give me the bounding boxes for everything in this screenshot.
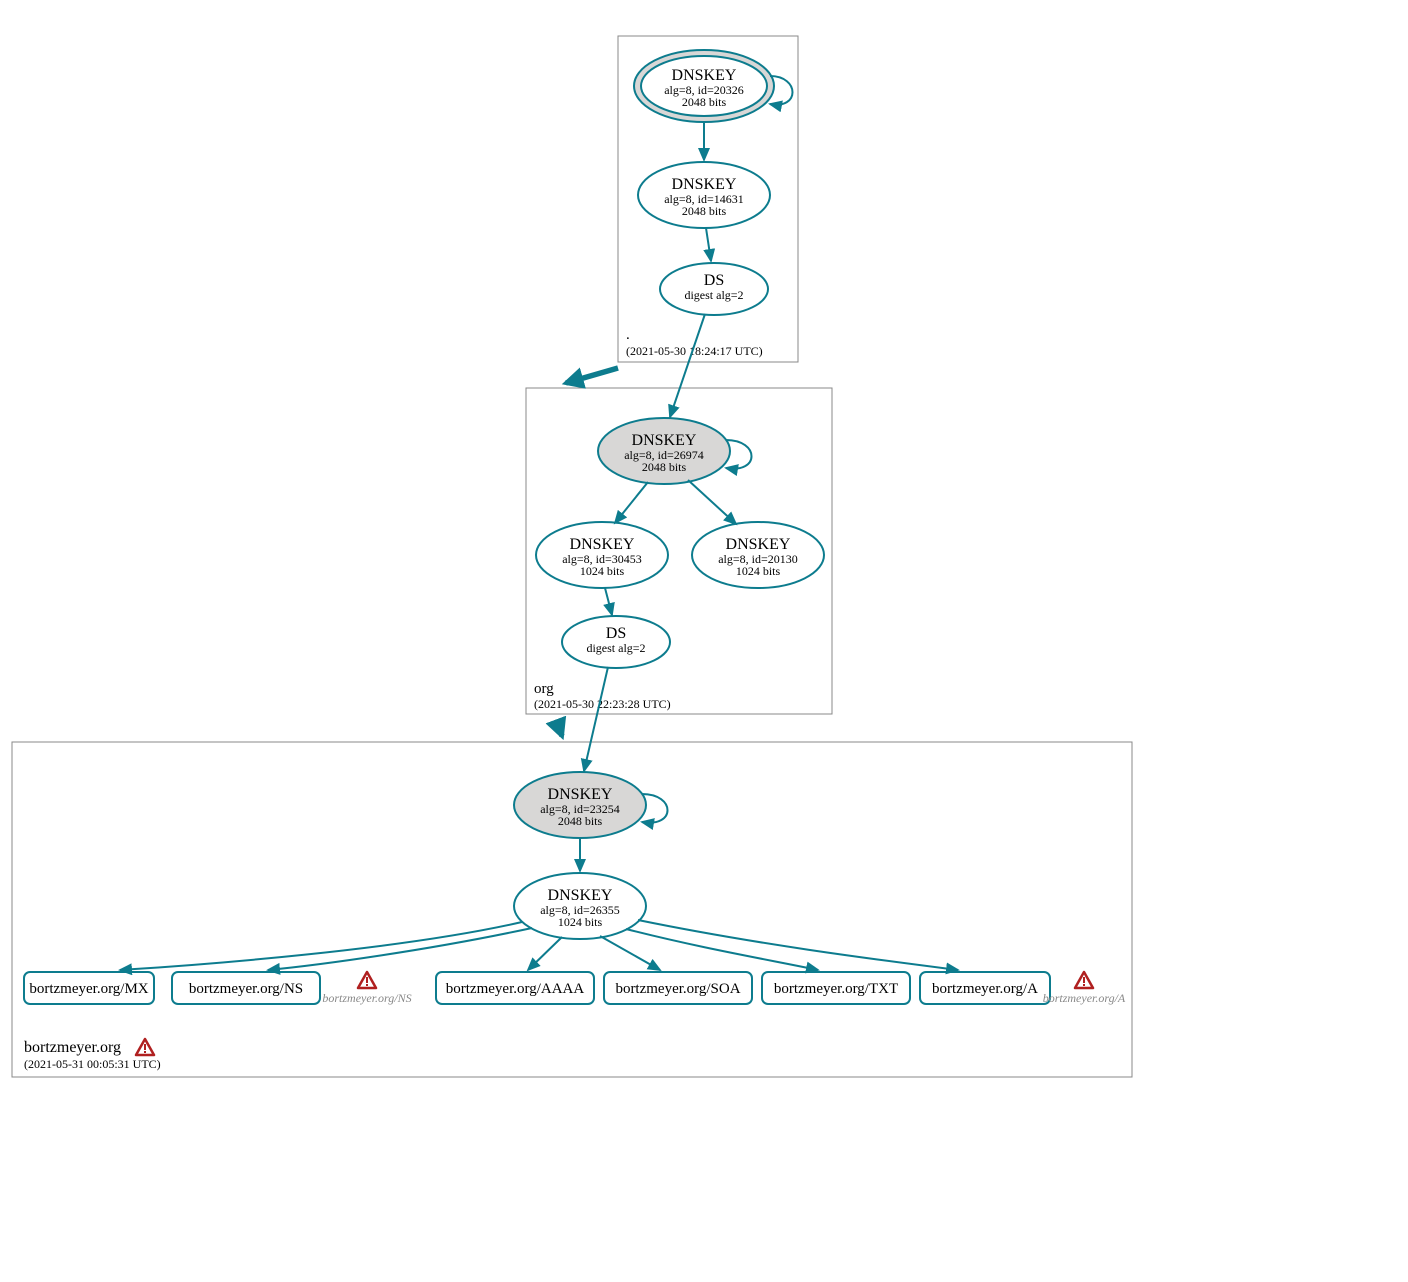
svg-text:DNSKEY: DNSKEY [672,176,737,193]
zone-ts-bortz: (2021-05-31 00:05:31 UTC) [24,1057,161,1071]
node-root-ds: DS digest alg=2 [660,263,768,315]
edge-zsk-aaaa [528,937,562,970]
edge-orgds-bortzksk [584,667,608,771]
warning-icon [358,972,376,988]
svg-text:DNSKEY: DNSKEY [548,786,613,803]
svg-text:DNSKEY: DNSKEY [632,432,697,449]
svg-text:bortzmeyer.org/A: bortzmeyer.org/A [932,981,1038,997]
node-root-zsk: DNSKEY alg=8, id=14631 2048 bits [638,162,770,228]
svg-text:digest alg=2: digest alg=2 [684,288,743,302]
svg-text:bortzmeyer.org/MX: bortzmeyer.org/MX [29,981,148,997]
svg-text:2048 bits: 2048 bits [558,814,603,828]
node-bortz-ksk: DNSKEY alg=8, id=23254 2048 bits [514,772,646,838]
edge-deleg-root-org [566,368,618,383]
svg-text:DNSKEY: DNSKEY [672,67,737,84]
edge-deleg-org-bortz [556,720,562,736]
svg-text:digest alg=2: digest alg=2 [586,641,645,655]
svg-text:bortzmeyer.org/AAAA: bortzmeyer.org/AAAA [446,981,585,997]
svg-text:DS: DS [704,272,724,289]
node-root-ksk: DNSKEY alg=8, id=20326 2048 bits [634,50,774,122]
edge-org-ksk-zsk1 [615,482,648,523]
edge-org-zsk1-ds [605,588,612,615]
svg-text:1024 bits: 1024 bits [558,915,603,929]
svg-text:DNSKEY: DNSKEY [570,536,635,553]
node-org-zsk2: DNSKEY alg=8, id=20130 1024 bits [692,522,824,588]
node-org-ds: DS digest alg=2 [562,616,670,668]
warn-ns-label: bortzmeyer.org/NS [322,991,411,1005]
warning-icon [1075,972,1093,988]
warn-a-label: bortzmeyer.org/A [1043,991,1126,1005]
zone-label-root: . [626,327,630,343]
edge-zsk-mx [120,922,522,970]
warning-icon [136,1039,154,1055]
node-org-zsk1: DNSKEY alg=8, id=30453 1024 bits [536,522,668,588]
svg-text:2048 bits: 2048 bits [682,95,727,109]
svg-text:bortzmeyer.org/SOA: bortzmeyer.org/SOA [615,981,740,997]
svg-text:DS: DS [606,625,626,642]
zone-label-org: org [534,681,554,697]
node-org-ksk: DNSKEY alg=8, id=26974 2048 bits [598,418,730,484]
svg-text:2048 bits: 2048 bits [682,204,727,218]
svg-text:bortzmeyer.org/NS: bortzmeyer.org/NS [189,981,303,997]
svg-text:1024 bits: 1024 bits [580,564,625,578]
svg-text:DNSKEY: DNSKEY [726,536,791,553]
zone-label-bortz: bortzmeyer.org [24,1039,121,1056]
edge-root-zsk-ds [706,228,711,261]
svg-text:bortzmeyer.org/TXT: bortzmeyer.org/TXT [774,981,898,997]
svg-text:DNSKEY: DNSKEY [548,887,613,904]
edge-org-ksk-zsk2 [688,480,736,524]
edge-rootds-orgksk [670,314,705,417]
svg-text:2048 bits: 2048 bits [642,460,687,474]
svg-text:1024 bits: 1024 bits [736,564,781,578]
edge-zsk-a [638,920,958,970]
edge-zsk-ns [268,928,532,970]
zone-ts-org: (2021-05-30 22:23:28 UTC) [534,697,671,711]
edge-zsk-soa [600,936,660,970]
